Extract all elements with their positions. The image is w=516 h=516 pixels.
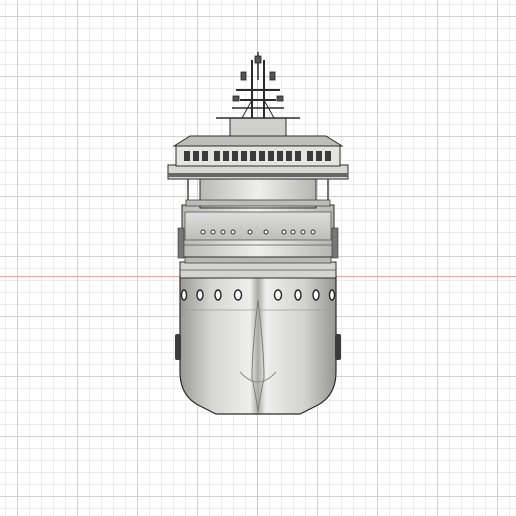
cad-viewport[interactable] <box>0 0 516 516</box>
mast-platform <box>216 117 300 137</box>
ship-model[interactable] <box>0 0 516 516</box>
main-deck <box>179 254 337 279</box>
bridge-deck <box>167 164 349 209</box>
